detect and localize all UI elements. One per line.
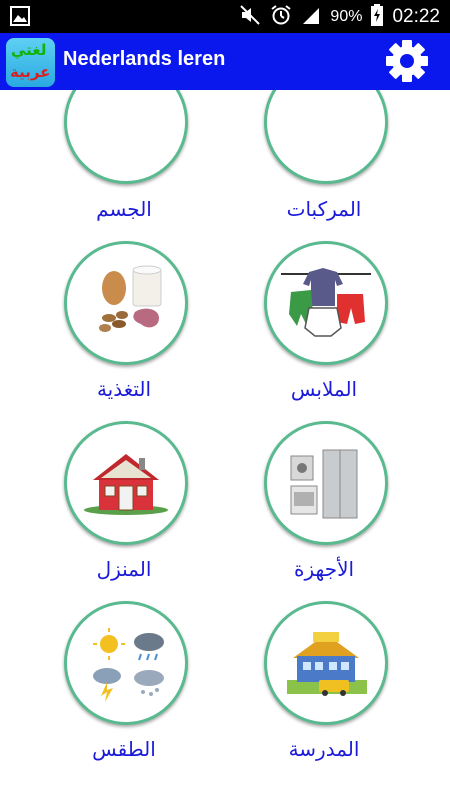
gear-icon[interactable] <box>384 38 430 84</box>
image-icon <box>10 6 30 30</box>
weather-icon <box>93 628 164 702</box>
battery-percent: 90% <box>330 7 363 25</box>
category-tile-appliances[interactable] <box>264 421 388 545</box>
category-label[interactable]: الطقس <box>24 737 224 761</box>
category-label[interactable]: الجسم <box>24 197 224 221</box>
house-icon <box>84 454 168 515</box>
category-label[interactable]: المنزل <box>24 557 224 581</box>
clock: 02:22 <box>392 5 440 27</box>
alarm-icon <box>270 4 292 30</box>
logo-text-top: لغتي <box>11 41 47 59</box>
food-icon <box>99 265 162 332</box>
clothes-icon <box>281 268 371 337</box>
signal-icon <box>301 5 321 29</box>
category-label[interactable]: المدرسة <box>224 737 424 761</box>
status-bar: 90% 02:22 <box>0 0 450 33</box>
category-tile-weather[interactable] <box>64 601 188 725</box>
category-label[interactable]: الملابس <box>224 377 424 401</box>
battery-icon <box>371 3 384 30</box>
category-label[interactable]: المركبات <box>224 197 424 221</box>
category-tile-food[interactable] <box>64 241 188 365</box>
app-logo: لغتي عربية <box>6 38 55 87</box>
app-bar: لغتي عربية Nederlands leren <box>0 33 450 90</box>
category-tile-clothes[interactable] <box>264 241 388 365</box>
mute-icon <box>239 4 261 30</box>
school-icon <box>287 632 367 696</box>
category-label[interactable]: التغذية <box>24 377 224 401</box>
category-tile-house[interactable] <box>64 421 188 545</box>
category-tile-school[interactable] <box>264 601 388 725</box>
category-tile-body[interactable] <box>64 90 188 184</box>
app-title: Nederlands leren <box>63 48 226 70</box>
category-tile-vehicles[interactable] <box>264 90 388 184</box>
category-label[interactable]: الأجهزة <box>224 557 424 581</box>
appliances-icon <box>290 449 358 519</box>
logo-text-bottom: عربية <box>10 63 51 81</box>
category-grid: المركبات الجسم الملابس التغذية الأجهزة ا… <box>0 90 450 800</box>
